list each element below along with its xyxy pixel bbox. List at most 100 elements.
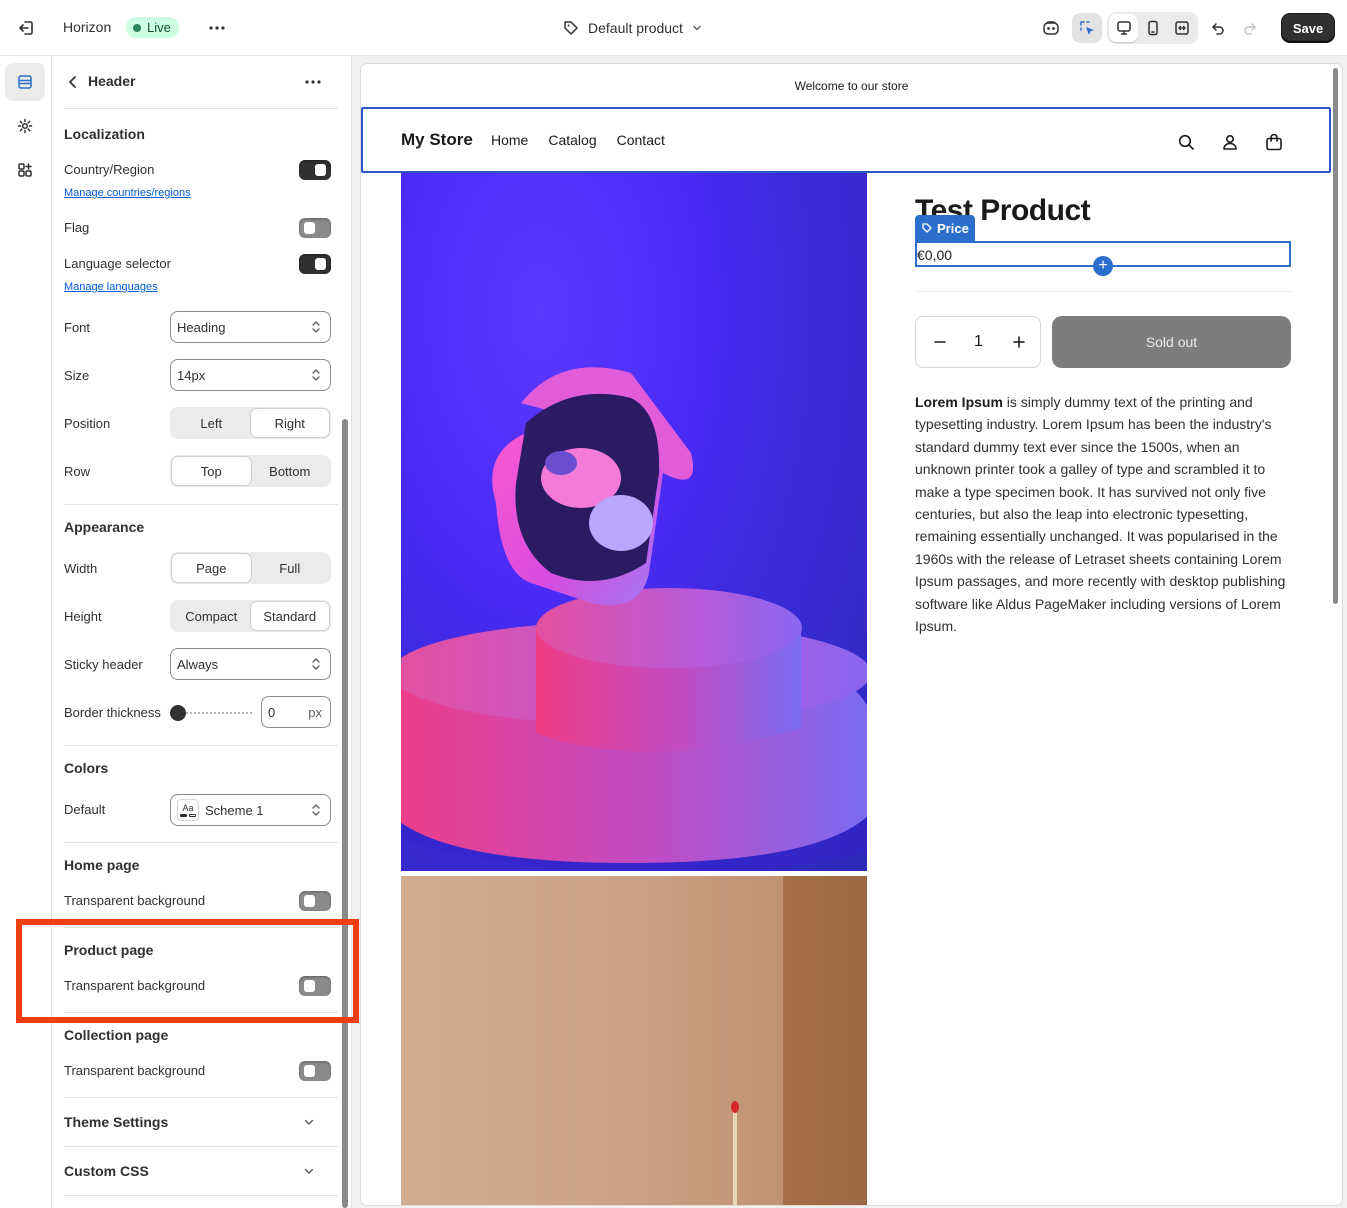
select-arrows-icon [310, 657, 322, 671]
announcement-bar: Welcome to our store [794, 78, 909, 93]
divider [64, 745, 338, 746]
divider [64, 504, 338, 505]
theme-settings-label: Theme Settings [64, 1114, 169, 1130]
save-button[interactable]: Save [1282, 14, 1334, 42]
exit-icon[interactable] [16, 17, 38, 39]
flag-toggle[interactable] [299, 218, 331, 238]
border-thickness-input[interactable]: 0 px [261, 696, 331, 728]
store-header-icons [1173, 129, 1287, 155]
back-arrow-icon[interactable] [62, 71, 84, 93]
width-label: Width [64, 561, 98, 576]
row-option-top[interactable]: Top [172, 457, 251, 485]
width-option-full[interactable]: Full [251, 554, 330, 582]
default-colors-label: Default [64, 802, 106, 817]
live-dot-icon [133, 23, 141, 32]
template-selector[interactable]: Default product [562, 17, 703, 39]
color-scheme-value: Scheme 1 [205, 802, 264, 818]
panel-header: Header [52, 56, 351, 108]
search-icon[interactable] [1173, 129, 1199, 155]
sticky-header-label: Sticky header [64, 657, 143, 672]
home-transparent-toggle[interactable] [299, 891, 331, 911]
flag-label: Flag [64, 220, 90, 235]
nav-catalog[interactable]: Catalog [548, 132, 596, 148]
select-arrows-icon [310, 320, 322, 334]
more-actions-icon[interactable] [205, 16, 229, 40]
full-width-view-icon[interactable] [1167, 14, 1196, 42]
add-block-plus-icon[interactable]: + [1093, 256, 1113, 276]
apps-icon[interactable] [5, 151, 45, 189]
color-scheme-select[interactable]: Aa Scheme 1 [170, 794, 331, 826]
product-image-match[interactable] [401, 876, 867, 1205]
panel-scrollbar[interactable] [342, 419, 348, 1208]
manage-countries-link[interactable]: Manage countries/regions [64, 187, 191, 199]
height-option-compact[interactable]: Compact [172, 602, 251, 630]
divider [64, 108, 338, 109]
account-icon[interactable] [1217, 129, 1243, 155]
border-thickness-slider-handle[interactable] [170, 705, 186, 721]
divider [915, 291, 1291, 292]
border-thickness-value: 0 [268, 705, 276, 720]
divider [64, 1195, 338, 1196]
plus-icon[interactable] [1008, 331, 1030, 353]
home-transparent-label: Transparent background [64, 893, 206, 908]
manage-languages-link[interactable]: Manage languages [64, 281, 158, 293]
chevron-down-icon [691, 22, 703, 34]
store-preview: Welcome to our store My Store Home Catal… [361, 64, 1342, 1205]
top-bar: Horizon Live Default product Save [0, 0, 1347, 56]
quantity-stepper: 1 [915, 316, 1041, 368]
description-bold: Lorem Ipsum [915, 394, 1003, 410]
nav-home[interactable]: Home [491, 132, 528, 148]
height-label: Height [64, 609, 102, 624]
sold-out-button[interactable]: Sold out [1052, 316, 1291, 368]
theme-settings-row[interactable]: Theme Settings [52, 1098, 342, 1146]
theme-name: Horizon [63, 19, 112, 35]
sticky-header-select[interactable]: Always [170, 648, 331, 680]
position-option-right[interactable]: Right [250, 409, 329, 437]
border-thickness-slider-track[interactable] [178, 712, 254, 714]
select-arrows-icon [310, 803, 322, 817]
ai-assistant-icon[interactable] [1036, 13, 1066, 43]
cart-bag-icon[interactable] [1261, 129, 1287, 155]
row-label: Row [64, 464, 91, 479]
panel-more-icon[interactable] [301, 70, 325, 94]
desktop-view-icon[interactable] [1109, 14, 1138, 42]
position-option-left[interactable]: Left [172, 409, 251, 437]
minus-icon[interactable] [929, 331, 951, 353]
country-region-toggle[interactable] [299, 160, 331, 180]
language-selector-toggle[interactable] [299, 254, 331, 274]
panel-title: Header [88, 73, 136, 89]
quantity-value[interactable]: 1 [974, 333, 983, 351]
product-image-earbuds[interactable] [401, 173, 867, 871]
mobile-view-icon[interactable] [1138, 14, 1167, 42]
undo-icon[interactable] [1203, 13, 1233, 43]
language-selector-label: Language selector [64, 256, 171, 271]
store-logo[interactable]: My Store [401, 130, 473, 150]
nav-contact[interactable]: Contact [617, 132, 665, 148]
border-thickness-unit: px [308, 705, 322, 720]
left-rail [0, 56, 52, 1208]
font-select[interactable]: Heading [170, 311, 331, 343]
divider [64, 842, 338, 843]
price-block-tag[interactable]: Price [915, 215, 975, 241]
store-header[interactable]: My Store Home Catalog Contact [361, 107, 1331, 173]
custom-css-label: Custom CSS [64, 1163, 149, 1179]
row-option-bottom[interactable]: Bottom [251, 457, 330, 485]
inspector-select-icon[interactable] [1072, 13, 1102, 43]
border-thickness-label: Border thickness [64, 705, 161, 720]
description-text: is simply dummy text of the printing and… [915, 394, 1286, 635]
width-option-page[interactable]: Page [172, 554, 251, 582]
font-label: Font [64, 320, 91, 335]
size-select[interactable]: 14px [170, 359, 331, 391]
collection-transparent-label: Transparent background [64, 1063, 206, 1078]
sections-icon[interactable] [5, 63, 45, 101]
custom-css-row[interactable]: Custom CSS [52, 1147, 342, 1195]
collection-transparent-toggle[interactable] [299, 1061, 331, 1081]
product-description: Lorem Ipsum is simply dummy text of the … [915, 391, 1295, 637]
collection-page-heading: Collection page [64, 1027, 169, 1043]
settings-gear-icon[interactable] [5, 107, 45, 145]
localization-heading: Localization [64, 126, 145, 142]
preview-scrollbar[interactable] [1333, 68, 1338, 604]
height-option-standard[interactable]: Standard [250, 602, 329, 630]
redo-icon[interactable] [1235, 13, 1265, 43]
toolbar-actions [1036, 12, 1102, 44]
